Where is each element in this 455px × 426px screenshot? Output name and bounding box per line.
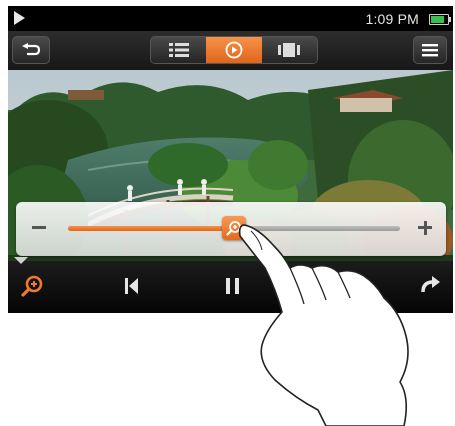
back-button[interactable] xyxy=(12,36,50,64)
zoom-icon xyxy=(226,221,241,236)
rotate-button[interactable] xyxy=(417,273,447,303)
play-icon xyxy=(14,11,25,25)
menu-icon xyxy=(422,44,438,57)
zoom-icon xyxy=(21,275,43,297)
list-view-icon xyxy=(168,43,189,57)
battery-level-fill xyxy=(431,16,444,23)
play-view-icon xyxy=(225,41,243,59)
zoom-button[interactable] xyxy=(20,273,50,303)
previous-button[interactable] xyxy=(118,273,148,303)
status-bar: 1:09 PM xyxy=(8,6,453,31)
tab-play-view[interactable] xyxy=(206,37,262,63)
zoom-slider-fill xyxy=(68,226,234,231)
view-mode-switcher xyxy=(150,36,318,64)
playback-control-bar xyxy=(8,261,453,313)
battery-icon xyxy=(429,14,451,25)
top-toolbar xyxy=(8,31,453,70)
pause-button[interactable] xyxy=(220,273,250,303)
menu-button[interactable] xyxy=(413,36,447,64)
device-screen: 1:09 PM xyxy=(8,6,453,313)
zoom-slider-panel xyxy=(16,202,446,256)
minus-icon[interactable] xyxy=(32,226,46,229)
rotate-icon xyxy=(421,276,440,293)
filmstrip-view-icon xyxy=(278,43,301,57)
zoom-slider-thumb[interactable] xyxy=(222,216,246,240)
previous-track-icon xyxy=(125,278,138,294)
plus-icon-vertical-bar xyxy=(423,220,427,235)
clock: 1:09 PM xyxy=(365,11,419,27)
pause-icon xyxy=(226,278,239,294)
back-arrow-icon xyxy=(22,43,41,56)
slider-pointer-arrow xyxy=(14,257,28,264)
tab-list-view[interactable] xyxy=(151,37,207,63)
tab-filmstrip-view[interactable] xyxy=(261,37,317,63)
